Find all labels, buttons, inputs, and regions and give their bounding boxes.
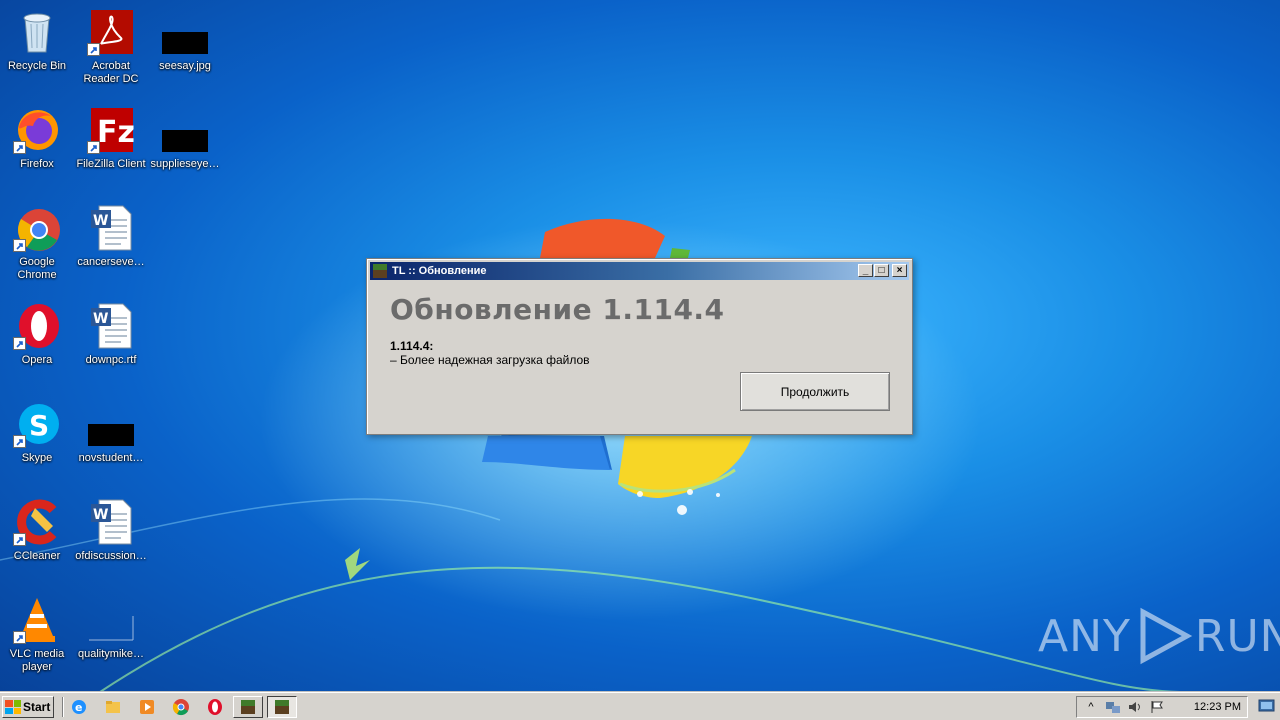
version-line: 1.114.4:: [390, 339, 433, 353]
minecraft-app-icon: [373, 264, 387, 278]
ccleaner-icon: [13, 498, 61, 546]
desktop-icon-label: Skype: [21, 452, 53, 464]
network-icon[interactable]: [1105, 699, 1121, 715]
opera-icon: [13, 302, 61, 350]
continue-button[interactable]: Продолжить: [740, 372, 890, 411]
desktop-icon-filezilla[interactable]: Fz FileZilla Client: [74, 102, 148, 192]
desktop-icon-label: Google Chrome: [17, 256, 57, 281]
blank-file-icon: [87, 596, 135, 644]
desktop-icon-label: downpc.rtf: [85, 354, 137, 366]
desktop-icon-vlc[interactable]: VLC media player: [0, 592, 74, 682]
windows-logo-icon: [5, 700, 21, 714]
chrome-icon: [13, 204, 61, 252]
desktop-icon-label: VLC media player: [9, 648, 65, 673]
desktop-icon-seesay[interactable]: seesay.jpg: [148, 4, 222, 94]
dialog-titlebar[interactable]: TL :: Обновление _ □ ×: [370, 262, 909, 280]
watermark-text-right: RUN: [1194, 610, 1280, 662]
image-file-icon: [161, 8, 209, 56]
desktop-icon-chrome[interactable]: Google Chrome: [0, 200, 74, 290]
desktop-icon-recycle-bin[interactable]: Recycle Bin: [0, 4, 74, 94]
desktop-icon-ofdiscussion[interactable]: W ofdiscussion…: [74, 494, 148, 584]
system-tray: ^ 12:23 PM: [1076, 696, 1248, 718]
desktop-icon-label: CCleaner: [13, 550, 61, 562]
desktop-icon-label: ofdiscussion…: [75, 550, 147, 562]
acrobat-icon: [87, 8, 135, 56]
shortcut-arrow-icon: [87, 43, 100, 56]
word-doc-icon: W: [87, 302, 135, 350]
desktop-icon-label: Firefox: [20, 158, 54, 170]
action-center-flag-icon[interactable]: [1149, 699, 1165, 715]
watermark-text-left: ANY: [1038, 610, 1131, 662]
recycle-bin-icon: [13, 8, 61, 56]
shortcut-arrow-icon: [13, 435, 26, 448]
shortcut-arrow-icon: [13, 239, 26, 252]
desktop-icon-label: supplieseye…: [150, 158, 220, 170]
desktop-icon-firefox[interactable]: Firefox: [0, 102, 74, 192]
close-button[interactable]: ×: [892, 264, 907, 277]
desktop-icon-downpc[interactable]: W downpc.rtf: [74, 298, 148, 388]
svg-text:W: W: [93, 213, 108, 229]
shortcut-arrow-icon: [13, 533, 26, 546]
opera-icon[interactable]: [206, 698, 224, 716]
start-button[interactable]: Start: [2, 696, 54, 718]
minecraft-launcher-icon: [241, 700, 255, 714]
dialog-title: TL :: Обновление: [392, 265, 487, 277]
image-file-icon: [161, 106, 209, 154]
media-player-icon[interactable]: [138, 698, 156, 716]
show-desktop-icon[interactable]: [1258, 698, 1276, 716]
desktop-icon-qualitymike[interactable]: qualitymike…: [74, 592, 148, 682]
update-heading: Обновление 1.114.4: [390, 293, 725, 326]
minecraft-launcher-icon: [275, 700, 289, 714]
desktop-icon-label: cancerseve…: [77, 256, 145, 268]
svg-text:Fz: Fz: [97, 115, 135, 150]
taskbar-separator: [62, 697, 64, 717]
shortcut-arrow-icon: [13, 631, 26, 644]
maximize-button[interactable]: □: [874, 264, 889, 277]
desktop-icon-novstudent[interactable]: novstudent…: [74, 396, 148, 486]
desktop-icon-label: seesay.jpg: [159, 60, 211, 72]
word-doc-icon: W: [87, 204, 135, 252]
desktop-icon-ccleaner[interactable]: CCleaner: [0, 494, 74, 584]
task-minecraft-launcher[interactable]: [233, 696, 263, 718]
word-doc-icon: W: [87, 498, 135, 546]
update-dialog: TL :: Обновление _ □ × Обновление 1.114.…: [366, 258, 913, 435]
desktop-icon-cancerseve[interactable]: W cancerseve…: [74, 200, 148, 290]
desktop-icon-label: FileZilla Client: [76, 158, 146, 170]
desktop-icon-acrobat[interactable]: Acrobat Reader DC: [74, 4, 148, 94]
svg-text:e: e: [75, 701, 82, 714]
changelog-note: – Более надежная загрузка файлов: [390, 353, 590, 367]
start-label: Start: [23, 700, 51, 714]
play-triangle-icon: [1140, 607, 1193, 665]
svg-text:S: S: [29, 409, 49, 442]
explorer-icon[interactable]: [104, 698, 122, 716]
version-number: 1.114.4:: [390, 339, 434, 353]
shortcut-arrow-icon: [13, 141, 26, 154]
anyrun-watermark: ANY RUN: [1038, 606, 1280, 666]
minimize-button[interactable]: _: [858, 264, 873, 277]
shortcut-arrow-icon: [87, 141, 100, 154]
shortcut-arrow-icon: [13, 337, 26, 350]
svg-text:W: W: [93, 311, 108, 327]
desktop-icon-supplieseye[interactable]: supplieseye…: [148, 102, 222, 192]
image-file-icon: [87, 400, 135, 448]
desktop-icon-label: Acrobat Reader DC: [83, 60, 139, 85]
desktop-icon-skype[interactable]: S Skype: [0, 396, 74, 486]
svg-text:W: W: [93, 507, 108, 523]
filezilla-icon: Fz: [87, 106, 135, 154]
desktop-icon-label: Recycle Bin: [7, 60, 67, 72]
skype-icon: S: [13, 400, 61, 448]
task-minecraft-launcher-active[interactable]: [267, 696, 297, 718]
desktop-icon-opera[interactable]: Opera: [0, 298, 74, 388]
desktop-icon-label: novstudent…: [78, 452, 144, 464]
ie-icon[interactable]: e: [70, 698, 88, 716]
desktop-icon-label: qualitymike…: [77, 648, 145, 660]
desktop-icon-label: Opera: [21, 354, 53, 366]
firefox-icon: [13, 106, 61, 154]
clock[interactable]: 12:23 PM: [1194, 701, 1241, 713]
taskbar: Start e ^ 12:23 PM: [0, 692, 1280, 720]
vlc-icon: [13, 596, 61, 644]
chrome-icon[interactable]: [172, 698, 190, 716]
chevron-up-icon[interactable]: ^: [1083, 699, 1099, 715]
volume-icon[interactable]: [1127, 699, 1143, 715]
